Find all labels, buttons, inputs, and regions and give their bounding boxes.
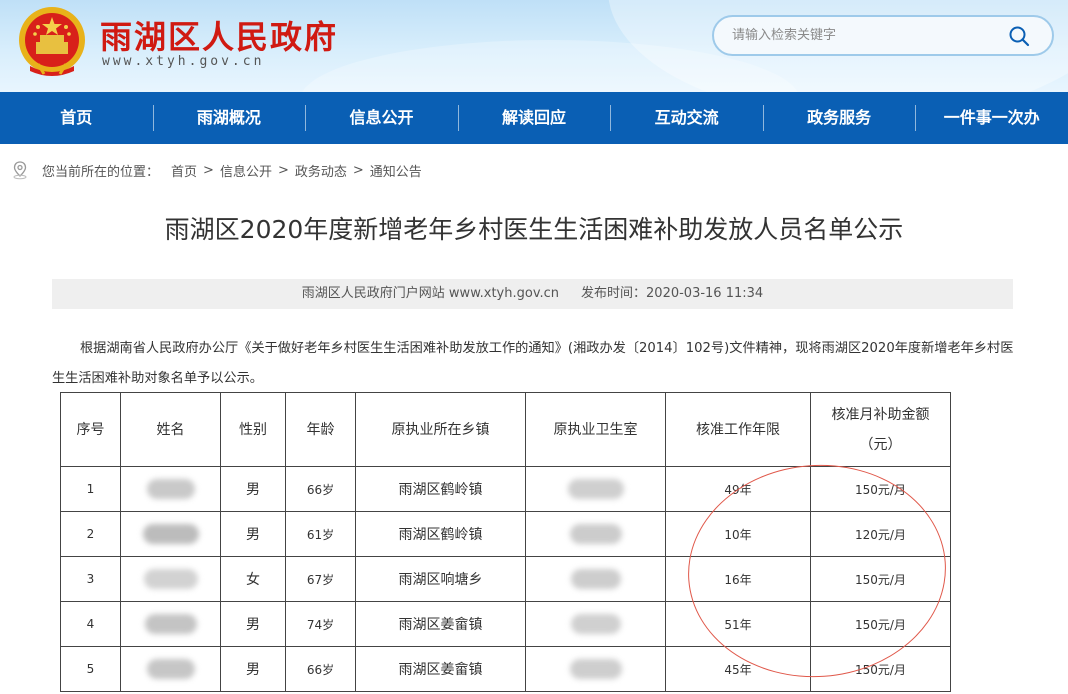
redacted-clinic xyxy=(570,569,621,589)
cell-age: 74岁 xyxy=(285,601,356,647)
article-meta: 雨湖区人民政府门户网站 www.xtyh.gov.cn 发布时间：2020-03-… xyxy=(52,279,1013,309)
cell-gender: 男 xyxy=(220,646,286,692)
nav-item-info-disclosure[interactable]: 信息公开 xyxy=(305,92,458,144)
cell-amount: 150元/月 xyxy=(810,466,951,512)
article-paragraph: 根据湖南省人民政府办公厅《关于做好老年乡村医生生活困难补助发放工作的通知》(湘政… xyxy=(52,341,1014,386)
cell-years: 10年 xyxy=(665,511,811,557)
cell-years: 45年 xyxy=(665,646,811,692)
redacted-clinic xyxy=(567,479,624,499)
search-box xyxy=(712,15,1054,56)
cell-town: 雨湖区姜畲镇 xyxy=(355,646,526,692)
cell-age: 61岁 xyxy=(285,511,356,557)
cell-no: 5 xyxy=(60,646,121,692)
breadcrumb-info-disclosure[interactable]: 信息公开 xyxy=(220,161,272,180)
breadcrumb-separator: > xyxy=(203,162,214,178)
header-age: 年龄 xyxy=(285,392,356,467)
header-name: 姓名 xyxy=(120,392,221,467)
table-row: 5 男 66岁 雨湖区姜畲镇 45年 150元/月 xyxy=(60,646,951,692)
cell-clinic-redacted xyxy=(525,556,666,602)
table-header-row: 序号 姓名 性别 年龄 原执业所在乡镇 原执业卫生室 核准工作年限 核准月补助金… xyxy=(60,392,951,467)
cell-age: 67岁 xyxy=(285,556,356,602)
article-source: 雨湖区人民政府门户网站 www.xtyh.gov.cn xyxy=(301,286,560,301)
site-header: 雨湖区人民政府 www.xtyh.gov.cn xyxy=(0,0,1068,92)
table-row: 3 女 67岁 雨湖区响塘乡 16年 150元/月 xyxy=(60,556,951,602)
cell-town: 雨湖区鹤岭镇 xyxy=(355,511,526,557)
breadcrumb-separator: > xyxy=(277,162,289,178)
article-publish-time: 发布时间：2020-03-16 11:34 xyxy=(581,286,764,301)
table-row: 2 男 61岁 雨湖区鹤岭镇 10年 120元/月 xyxy=(60,511,951,557)
site-domain: www.xtyh.gov.cn xyxy=(102,54,265,69)
cell-name-redacted xyxy=(120,556,221,602)
header-amount-label: 核准月补助金额 xyxy=(831,406,930,423)
cell-town: 雨湖区鹤岭镇 xyxy=(355,466,526,512)
search-input[interactable] xyxy=(732,17,1002,54)
search-icon[interactable] xyxy=(1008,25,1030,47)
cell-age: 66岁 xyxy=(285,646,356,692)
cell-name-redacted xyxy=(120,601,221,647)
cell-no: 4 xyxy=(60,601,121,647)
cell-years: 49年 xyxy=(665,466,811,512)
cell-clinic-redacted xyxy=(525,601,666,647)
cell-gender: 男 xyxy=(220,601,286,647)
cell-no: 2 xyxy=(60,511,121,557)
redacted-name xyxy=(142,524,199,544)
nav-item-one-thing[interactable]: 一件事一次办 xyxy=(915,92,1068,144)
nav-item-interpretation[interactable]: 解读回应 xyxy=(457,92,611,144)
cell-name-redacted xyxy=(120,511,221,557)
cell-gender: 男 xyxy=(220,466,286,512)
cell-gender: 男 xyxy=(220,511,286,557)
cell-clinic-redacted xyxy=(525,466,666,512)
header-amount-unit: （元） xyxy=(859,436,902,453)
cell-age: 66岁 xyxy=(285,466,356,512)
national-emblem-icon[interactable] xyxy=(14,4,90,80)
recipient-table: 序号 姓名 性别 年龄 原执业所在乡镇 原执业卫生室 核准工作年限 核准月补助金… xyxy=(60,392,951,692)
redacted-name xyxy=(146,659,195,679)
cell-no: 3 xyxy=(60,556,121,602)
cell-name-redacted xyxy=(120,466,221,512)
breadcrumb-home[interactable]: 首页 xyxy=(171,161,197,180)
cell-clinic-redacted xyxy=(525,646,666,692)
header-gender: 性别 xyxy=(220,392,286,467)
table-row: 4 男 74岁 雨湖区姜畲镇 51年 150元/月 xyxy=(60,601,951,647)
header-years: 核准工作年限 xyxy=(665,392,811,467)
redacted-name xyxy=(143,569,198,589)
cell-amount: 150元/月 xyxy=(810,646,951,692)
breadcrumb-notices[interactable]: 通知公告 xyxy=(370,161,422,180)
nav-item-overview[interactable]: 雨湖概况 xyxy=(152,92,306,144)
location-pin-icon xyxy=(13,161,27,180)
header-town: 原执业所在乡镇 xyxy=(355,392,526,467)
cell-no: 1 xyxy=(60,466,121,512)
nav-item-home[interactable]: 首页 xyxy=(0,92,153,144)
redacted-name xyxy=(146,479,195,499)
cell-name-redacted xyxy=(120,646,221,692)
cell-years: 51年 xyxy=(665,601,811,647)
cell-town: 雨湖区姜畲镇 xyxy=(355,601,526,647)
redacted-clinic xyxy=(570,614,621,634)
header-amount: 核准月补助金额 （元） xyxy=(810,392,951,467)
main-nav: 首页 雨湖概况 信息公开 解读回应 互动交流 政务服务 一件事一次办 xyxy=(0,92,1068,144)
redacted-clinic xyxy=(569,659,622,679)
nav-item-interaction[interactable]: 互动交流 xyxy=(610,92,763,144)
cell-amount: 150元/月 xyxy=(810,601,951,647)
breadcrumb-gov-news[interactable]: 政务动态 xyxy=(295,161,347,180)
nav-item-gov-services[interactable]: 政务服务 xyxy=(762,92,916,144)
cell-amount: 120元/月 xyxy=(810,511,951,557)
breadcrumb-separator: > xyxy=(352,162,364,178)
header-clinic: 原执业卫生室 xyxy=(525,392,666,467)
cell-town: 雨湖区响塘乡 xyxy=(355,556,526,602)
breadcrumb: 您当前所在的位置： 首页 > 信息公开 > 政务动态 > 通知公告 xyxy=(10,158,422,182)
header-no: 序号 xyxy=(60,392,121,467)
cell-years: 16年 xyxy=(665,556,811,602)
redacted-name xyxy=(144,614,197,634)
cell-gender: 女 xyxy=(220,556,286,602)
table-row: 1 男 66岁 雨湖区鹤岭镇 49年 150元/月 xyxy=(60,466,951,512)
cell-amount: 150元/月 xyxy=(810,556,951,602)
cell-clinic-redacted xyxy=(525,511,666,557)
article-title: 雨湖区2020年度新增老年乡村医生生活困难补助发放人员名单公示 xyxy=(164,215,904,244)
site-title[interactable]: 雨湖区人民政府 xyxy=(100,12,338,58)
redacted-clinic xyxy=(569,524,622,544)
breadcrumb-prefix: 您当前所在的位置： xyxy=(42,164,160,180)
